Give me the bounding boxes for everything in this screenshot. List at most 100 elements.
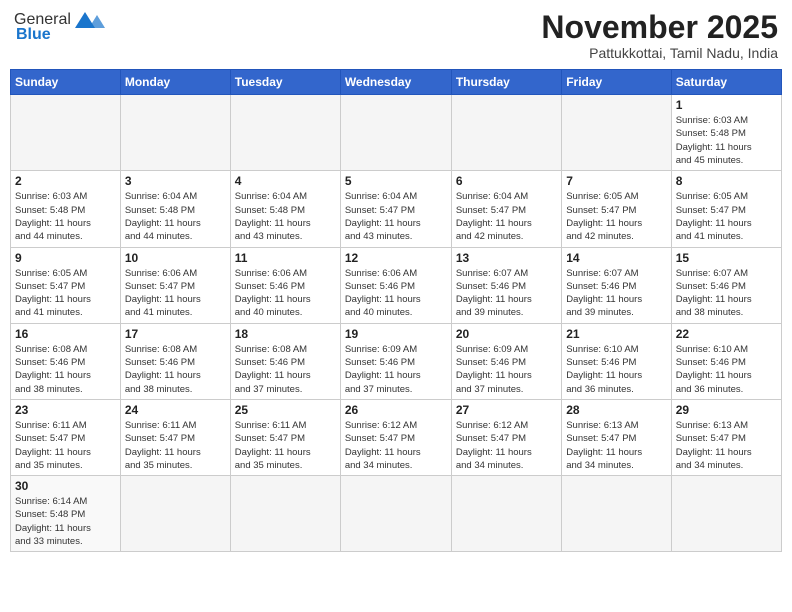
day-number: 8 bbox=[676, 174, 777, 188]
day-number: 7 bbox=[566, 174, 666, 188]
calendar-week-row: 16 Sunrise: 6:08 AM Sunset: 5:46 PM Dayli… bbox=[11, 323, 782, 399]
day-number: 27 bbox=[456, 403, 557, 417]
day-info: Sunrise: 6:04 AM Sunset: 5:47 PM Dayligh… bbox=[345, 190, 447, 243]
day-number: 21 bbox=[566, 327, 666, 341]
calendar-cell: 26 Sunrise: 6:12 AM Sunset: 5:47 PM Dayli… bbox=[340, 399, 451, 475]
calendar-cell: 13Sunrise: 6:07 AM Sunset: 5:46 PM Dayli… bbox=[451, 247, 561, 323]
day-info: Sunrise: 6:06 AM Sunset: 5:47 PM Dayligh… bbox=[125, 267, 226, 320]
day-info: Sunrise: 6:13 AM Sunset: 5:47 PM Dayligh… bbox=[566, 419, 666, 472]
calendar-week-row: 9 Sunrise: 6:05 AM Sunset: 5:47 PM Daylig… bbox=[11, 247, 782, 323]
day-number: 3 bbox=[125, 174, 226, 188]
day-info: Sunrise: 6:04 AM Sunset: 5:47 PM Dayligh… bbox=[456, 190, 557, 243]
calendar-cell: 18Sunrise: 6:08 AM Sunset: 5:46 PM Dayli… bbox=[230, 323, 340, 399]
day-info: Sunrise: 6:09 AM Sunset: 5:46 PM Dayligh… bbox=[345, 343, 447, 396]
calendar-cell: 20Sunrise: 6:09 AM Sunset: 5:46 PM Dayli… bbox=[451, 323, 561, 399]
day-info: Sunrise: 6:06 AM Sunset: 5:46 PM Dayligh… bbox=[235, 267, 336, 320]
day-info: Sunrise: 6:08 AM Sunset: 5:46 PM Dayligh… bbox=[15, 343, 116, 396]
day-number: 13 bbox=[456, 251, 557, 265]
day-number: 19 bbox=[345, 327, 447, 341]
day-info: Sunrise: 6:14 AM Sunset: 5:48 PM Dayligh… bbox=[15, 495, 116, 548]
day-info: Sunrise: 6:03 AM Sunset: 5:48 PM Dayligh… bbox=[15, 190, 116, 243]
calendar-cell: 12Sunrise: 6:06 AM Sunset: 5:46 PM Dayli… bbox=[340, 247, 451, 323]
calendar-cell bbox=[671, 476, 781, 552]
day-number: 6 bbox=[456, 174, 557, 188]
logo-blue-text: Blue bbox=[16, 26, 51, 44]
day-info: Sunrise: 6:05 AM Sunset: 5:47 PM Dayligh… bbox=[15, 267, 116, 320]
day-number: 5 bbox=[345, 174, 447, 188]
day-number: 9 bbox=[15, 251, 116, 265]
calendar-cell: 16 Sunrise: 6:08 AM Sunset: 5:46 PM Dayli… bbox=[11, 323, 121, 399]
day-info: Sunrise: 6:07 AM Sunset: 5:46 PM Dayligh… bbox=[566, 267, 666, 320]
day-number: 16 bbox=[15, 327, 116, 341]
day-number: 15 bbox=[676, 251, 777, 265]
day-number: 25 bbox=[235, 403, 336, 417]
calendar-cell: 23Sunrise: 6:11 AM Sunset: 5:47 PM Dayli… bbox=[11, 399, 121, 475]
title-block: November 2025 Pattukkottai, Tamil Nadu, … bbox=[541, 10, 778, 61]
calendar-cell: 25 Sunrise: 6:11 AM Sunset: 5:47 PM Dayli… bbox=[230, 399, 340, 475]
calendar-cell: 6 Sunrise: 6:04 AM Sunset: 5:47 PM Daylig… bbox=[451, 171, 561, 247]
calendar-cell bbox=[230, 95, 340, 171]
day-number: 24 bbox=[125, 403, 226, 417]
weekday-header-saturday: Saturday bbox=[671, 70, 781, 95]
calendar-cell: 19 Sunrise: 6:09 AM Sunset: 5:46 PM Dayli… bbox=[340, 323, 451, 399]
calendar-cell bbox=[340, 95, 451, 171]
day-number: 2 bbox=[15, 174, 116, 188]
calendar-cell: 8Sunrise: 6:05 AM Sunset: 5:47 PM Daylig… bbox=[671, 171, 781, 247]
calendar-cell: 21 Sunrise: 6:10 AM Sunset: 5:46 PM Dayli… bbox=[562, 323, 671, 399]
day-info: Sunrise: 6:04 AM Sunset: 5:48 PM Dayligh… bbox=[235, 190, 336, 243]
calendar-cell: 2 Sunrise: 6:03 AM Sunset: 5:48 PM Daylig… bbox=[11, 171, 121, 247]
calendar-week-row: 1 Sunrise: 6:03 AM Sunset: 5:48 PM Daylig… bbox=[11, 95, 782, 171]
day-number: 14 bbox=[566, 251, 666, 265]
weekday-header-sunday: Sunday bbox=[11, 70, 121, 95]
page-header: General Blue November 2025 Pattukkottai,… bbox=[10, 10, 782, 61]
day-number: 22 bbox=[676, 327, 777, 341]
day-number: 26 bbox=[345, 403, 447, 417]
calendar-cell: 30 Sunrise: 6:14 AM Sunset: 5:48 PM Dayli… bbox=[11, 476, 121, 552]
weekday-header-tuesday: Tuesday bbox=[230, 70, 340, 95]
day-info: Sunrise: 6:12 AM Sunset: 5:47 PM Dayligh… bbox=[345, 419, 447, 472]
calendar-cell: 10Sunrise: 6:06 AM Sunset: 5:47 PM Dayli… bbox=[120, 247, 230, 323]
calendar-cell: 14 Sunrise: 6:07 AM Sunset: 5:46 PM Dayli… bbox=[562, 247, 671, 323]
calendar-cell bbox=[230, 476, 340, 552]
calendar-table: SundayMondayTuesdayWednesdayThursdayFrid… bbox=[10, 69, 782, 552]
day-info: Sunrise: 6:12 AM Sunset: 5:47 PM Dayligh… bbox=[456, 419, 557, 472]
logo: General Blue bbox=[14, 10, 111, 44]
day-info: Sunrise: 6:08 AM Sunset: 5:46 PM Dayligh… bbox=[235, 343, 336, 396]
day-number: 30 bbox=[15, 479, 116, 493]
day-info: Sunrise: 6:13 AM Sunset: 5:47 PM Dayligh… bbox=[676, 419, 777, 472]
weekday-header-monday: Monday bbox=[120, 70, 230, 95]
calendar-cell: 5 Sunrise: 6:04 AM Sunset: 5:47 PM Daylig… bbox=[340, 171, 451, 247]
calendar-cell: 29 Sunrise: 6:13 AM Sunset: 5:47 PM Dayli… bbox=[671, 399, 781, 475]
calendar-cell: 28Sunrise: 6:13 AM Sunset: 5:47 PM Dayli… bbox=[562, 399, 671, 475]
day-info: Sunrise: 6:11 AM Sunset: 5:47 PM Dayligh… bbox=[235, 419, 336, 472]
calendar-cell bbox=[11, 95, 121, 171]
calendar-cell: 4Sunrise: 6:04 AM Sunset: 5:48 PM Daylig… bbox=[230, 171, 340, 247]
subtitle: Pattukkottai, Tamil Nadu, India bbox=[541, 45, 778, 61]
weekday-header-wednesday: Wednesday bbox=[340, 70, 451, 95]
day-number: 11 bbox=[235, 251, 336, 265]
calendar-cell: 15 Sunrise: 6:07 AM Sunset: 5:46 PM Dayli… bbox=[671, 247, 781, 323]
calendar-cell: 17Sunrise: 6:08 AM Sunset: 5:46 PM Dayli… bbox=[120, 323, 230, 399]
day-info: Sunrise: 6:05 AM Sunset: 5:47 PM Dayligh… bbox=[566, 190, 666, 243]
calendar-cell bbox=[120, 476, 230, 552]
calendar-cell: 22 Sunrise: 6:10 AM Sunset: 5:46 PM Dayli… bbox=[671, 323, 781, 399]
day-info: Sunrise: 6:03 AM Sunset: 5:48 PM Dayligh… bbox=[676, 114, 777, 167]
day-info: Sunrise: 6:04 AM Sunset: 5:48 PM Dayligh… bbox=[125, 190, 226, 243]
calendar-cell bbox=[120, 95, 230, 171]
day-info: Sunrise: 6:09 AM Sunset: 5:46 PM Dayligh… bbox=[456, 343, 557, 396]
weekday-header-friday: Friday bbox=[562, 70, 671, 95]
calendar-week-row: 30 Sunrise: 6:14 AM Sunset: 5:48 PM Dayli… bbox=[11, 476, 782, 552]
calendar-cell: 27 Sunrise: 6:12 AM Sunset: 5:47 PM Dayli… bbox=[451, 399, 561, 475]
day-info: Sunrise: 6:10 AM Sunset: 5:46 PM Dayligh… bbox=[676, 343, 777, 396]
calendar-cell bbox=[340, 476, 451, 552]
day-number: 23 bbox=[15, 403, 116, 417]
calendar-week-row: 23 Sunrise: 6:11 AM Sunset: 5:47 PM Dayli… bbox=[11, 399, 782, 475]
calendar-cell: 7 Sunrise: 6:05 AM Sunset: 5:47 PM Daylig… bbox=[562, 171, 671, 247]
day-info: Sunrise: 6:07 AM Sunset: 5:46 PM Dayligh… bbox=[676, 267, 777, 320]
calendar-cell: 9 Sunrise: 6:05 AM Sunset: 5:47 PM Daylig… bbox=[11, 247, 121, 323]
day-info: Sunrise: 6:10 AM Sunset: 5:46 PM Dayligh… bbox=[566, 343, 666, 396]
day-number: 17 bbox=[125, 327, 226, 341]
day-number: 29 bbox=[676, 403, 777, 417]
day-number: 1 bbox=[676, 98, 777, 112]
calendar-header-row: SundayMondayTuesdayWednesdayThursdayFrid… bbox=[11, 70, 782, 95]
